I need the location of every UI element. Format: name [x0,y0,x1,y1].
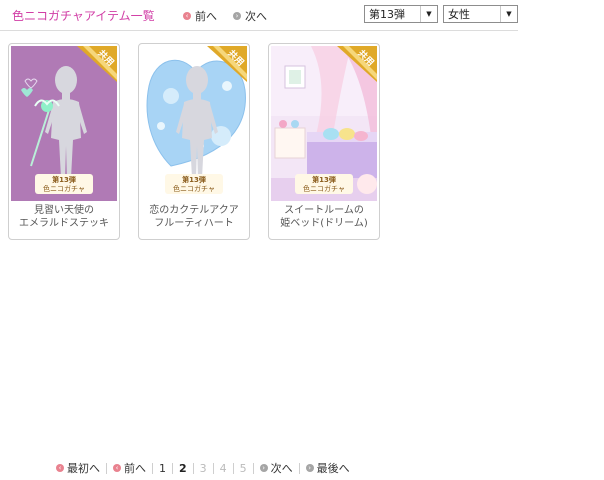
series-select-value: 第13弾 [369,8,405,21]
item-caption-line1: スイートルームの [284,205,364,216]
page-link-1[interactable]: 1 [159,462,166,475]
last-page-link[interactable]: › 最後へ [305,460,350,476]
item-caption-line2: エメラルドステッキ [19,218,109,229]
gacha-tag-line1: 第13弾 [52,175,76,184]
page-link-5[interactable]: 5 [240,462,247,475]
prev-page-link[interactable]: ‹ 前へ [113,460,146,476]
item-caption-line1: 恋のカクテルアクア [149,205,239,216]
first-page-label: 最初へ [67,462,100,475]
divider [232,462,234,474]
prev-arrow-icon: ‹ [183,12,191,20]
header-next-link[interactable]: › 次へ [233,8,267,24]
gacha-tag-line2: 色ニコガチャ [173,184,215,193]
item-card[interactable]: 共用 第13弾 色ニコガチャ スイートルームの 姫ベッド(ドリーム) [268,43,380,240]
item-card[interactable]: 共用 第13弾 色ニコガチャ 恋のカクテルアクア フルーティハート [138,43,250,240]
page-title: 色ニコガチャアイテム一覧 [12,9,155,23]
item-thumbnail: 共用 第13弾 色ニコガチャ [271,46,377,201]
first-page-link[interactable]: ‹ 最初へ [56,460,100,476]
next-page-label: 次へ [270,462,293,475]
gacha-tag-line2: 色ニコガチャ [43,184,85,193]
divider [252,462,254,474]
gender-select-value: 女性 [448,8,470,21]
prev-page-label: 前へ [124,462,146,475]
item-caption-line2: フルーティハート [154,218,234,229]
last-page-label: 最後へ [316,462,350,475]
divider [172,462,173,474]
item-caption: スイートルームの 姫ベッド(ドリーム) [269,204,379,230]
gacha-tag-line2: 色ニコガチャ [303,184,345,193]
series-select[interactable]: 第13弾 ▼ [364,5,438,23]
next-arrow-icon: › [259,464,268,472]
next-arrow-icon: › [233,12,241,20]
gender-dropdown-icon: ▼ [500,6,517,22]
header-prev-label: 前へ [195,10,217,23]
divider [152,462,153,474]
divider [192,462,194,474]
next-page-link[interactable]: › 次へ [259,460,293,476]
item-caption-line2: 姫ベッド(ドリーム) [280,218,368,229]
gacha-tag-line1: 第13弾 [312,175,336,184]
page-link-4[interactable]: 4 [220,462,227,475]
divider [106,462,107,474]
pagination: ‹ 最初へ ‹ 前へ 1 2 3 4 5 › 次へ › 最後へ [56,461,350,475]
item-thumbnail: 共用 第13弾 色ニコガチャ [141,46,247,201]
gender-select[interactable]: 女性 ▼ [443,5,518,23]
item-caption: 見習い天使の エメラルドステッキ [9,204,119,230]
series-dropdown-icon: ▼ [420,6,437,22]
item-card[interactable]: 共用 第13弾 色ニコガチャ 見習い天使の エメラルドステッキ [8,43,120,240]
item-caption-line1: 見習い天使の [34,205,94,216]
divider [212,462,214,474]
last-arrow-icon: › [305,464,314,472]
item-caption: 恋のカクテルアクア フルーティハート [139,204,249,230]
prev-arrow-icon: ‹ [113,464,121,472]
page-link-3[interactable]: 3 [200,462,207,475]
divider [298,462,300,474]
page-link-current: 2 [179,461,187,475]
header-next-label: 次へ [245,10,267,23]
gacha-tag-line1: 第13弾 [182,175,206,184]
item-thumbnail: 共用 第13弾 色ニコガチャ [11,46,117,201]
header-bar: 色ニコガチャアイテム一覧 ‹ 前へ › 次へ 第13弾 ▼ 女性 ▼ [0,0,518,31]
first-arrow-icon: ‹ [56,464,64,472]
header-prev-link[interactable]: ‹ 前へ [183,8,217,24]
